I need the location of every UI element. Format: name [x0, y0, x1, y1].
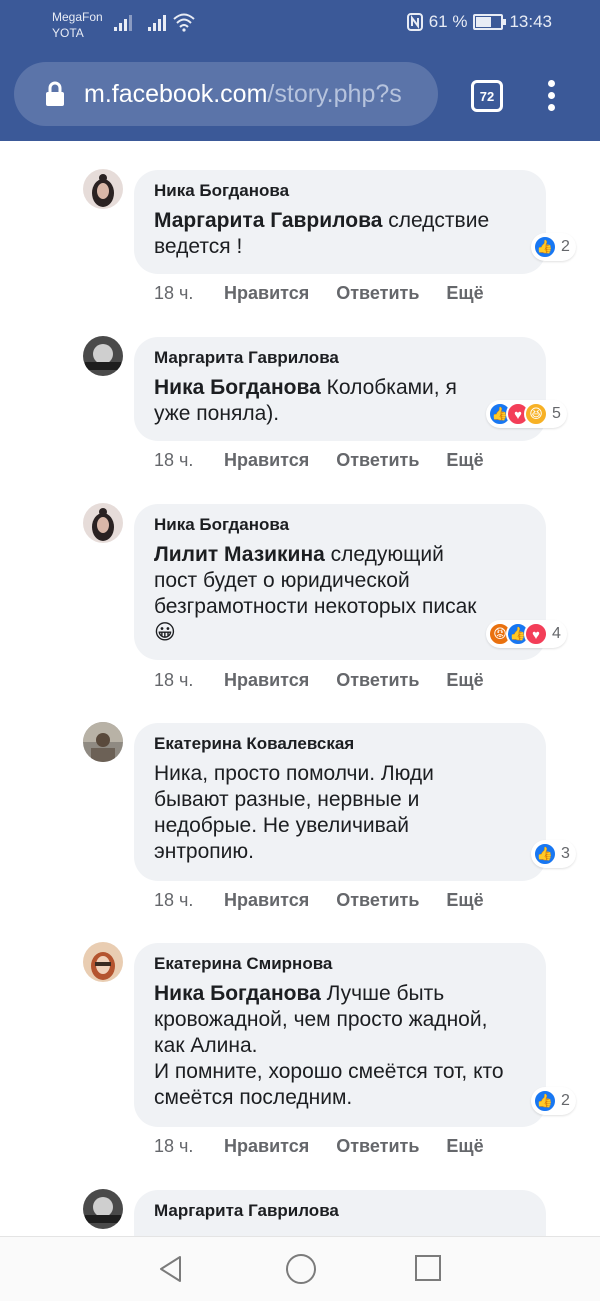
- comment-text: Маргарита Гаврилова следствие ведется !: [154, 208, 528, 260]
- url-text: m.facebook.com/story.php?s: [84, 80, 424, 109]
- reaction-count: 5: [552, 405, 561, 422]
- avatar[interactable]: [83, 503, 123, 543]
- reaction-count: 3: [561, 845, 570, 862]
- reply-button[interactable]: Ответить: [336, 283, 419, 304]
- carrier-2: YOTA: [52, 26, 84, 40]
- signal-icon: [114, 15, 132, 31]
- comment-actions: 18 ч. Нравится Ответить Ещё: [154, 450, 511, 471]
- avatar[interactable]: [83, 336, 123, 376]
- system-navigation-bar: [0, 1236, 600, 1301]
- comment-text: Ника Богданова Колобками, я уже поняла).: [154, 375, 474, 427]
- comment-author[interactable]: Екатерина Смирнова: [154, 953, 528, 975]
- comment-author[interactable]: Ника Богданова: [154, 180, 528, 202]
- like-button[interactable]: Нравится: [224, 283, 309, 304]
- avatar[interactable]: [83, 1189, 123, 1229]
- comment-text: Ника, просто помолчи. Люди бывают разные…: [154, 761, 484, 865]
- comment-time[interactable]: 18 ч.: [154, 283, 224, 304]
- comment-actions: 18 ч. Нравится Ответить Ещё: [154, 283, 511, 304]
- recent-apps-icon[interactable]: [415, 1255, 441, 1281]
- more-button[interactable]: Ещё: [446, 450, 483, 471]
- mention[interactable]: Ника Богданова: [154, 982, 321, 1005]
- like-button[interactable]: Нравится: [224, 890, 309, 911]
- reply-button[interactable]: Ответить: [336, 890, 419, 911]
- like-reaction-icon: 👍: [533, 842, 557, 866]
- lock-icon: [46, 81, 64, 106]
- haha-reaction-icon: 😆: [524, 402, 548, 426]
- back-icon[interactable]: [158, 1255, 184, 1283]
- tab-switcher-button[interactable]: 72: [471, 80, 503, 112]
- more-button[interactable]: Ещё: [446, 670, 483, 691]
- menu-icon[interactable]: [548, 80, 556, 112]
- reactions-badge[interactable]: 👍 2: [531, 1087, 576, 1115]
- comment-text: Лилит Мазикина следующий пост будет о юр…: [154, 542, 484, 646]
- comment-actions: 18 ч. Нравится Ответить Ещё: [154, 890, 511, 911]
- comment-author[interactable]: Екатерина Ковалевская: [154, 733, 528, 755]
- reaction-count: 2: [561, 1092, 570, 1109]
- avatar[interactable]: [83, 942, 123, 982]
- love-reaction-icon: ♥: [524, 622, 548, 646]
- avatar[interactable]: [83, 722, 123, 762]
- comment-actions: 18 ч. Нравится Ответить Ещё: [154, 1136, 511, 1157]
- comment-actions: 18 ч. Нравится Ответить Ещё: [154, 670, 511, 691]
- comment-time[interactable]: 18 ч.: [154, 670, 224, 691]
- carrier-labels: MegaFon YOTA: [52, 9, 103, 41]
- more-button[interactable]: Ещё: [446, 283, 483, 304]
- battery-percent: 61 %: [428, 12, 468, 31]
- mention[interactable]: Ника Богданова: [154, 376, 321, 399]
- battery-icon: [473, 14, 507, 30]
- address-bar[interactable]: m.facebook.com/story.php?s: [14, 62, 438, 126]
- comment-author[interactable]: Маргарита Гаврилова: [154, 347, 528, 369]
- comment-bubble: Екатерина Ковалевская Ника, просто помол…: [134, 723, 546, 881]
- comment-bubble: Екатерина Смирнова Ника Богданова Лучше …: [134, 943, 546, 1127]
- comment-bubble: Маргарита Гаврилова Ника Богданова Колоб…: [134, 337, 546, 441]
- reaction-count: 2: [561, 238, 570, 255]
- mention[interactable]: Маргарита Гаврилова: [154, 209, 382, 232]
- like-reaction-icon: 👍: [533, 235, 557, 259]
- url-path: /story.php?s: [267, 79, 402, 108]
- reply-button[interactable]: Ответить: [336, 670, 419, 691]
- comment-time[interactable]: 18 ч.: [154, 1136, 224, 1157]
- nfc-icon: [406, 13, 423, 31]
- like-button[interactable]: Нравится: [224, 1136, 309, 1157]
- avatar[interactable]: [83, 169, 123, 209]
- like-reaction-icon: 👍: [533, 1089, 557, 1113]
- comment-time[interactable]: 18 ч.: [154, 890, 224, 911]
- reply-button[interactable]: Ответить: [336, 450, 419, 471]
- carrier-1: MegaFon: [52, 10, 103, 24]
- wifi-icon: [173, 13, 195, 32]
- mention[interactable]: Лилит Мазикина: [154, 543, 325, 566]
- clock: 13:43: [509, 12, 552, 31]
- comment-author[interactable]: Маргарита Гаврилова: [154, 1200, 528, 1222]
- comment-bubble: Ника Богданова Маргарита Гаврилова следс…: [134, 170, 546, 274]
- status-bar: MegaFon YOTA 61 % 13:43: [0, 0, 600, 48]
- like-button[interactable]: Нравится: [224, 450, 309, 471]
- comment-bubble: Ника Богданова Лилит Мазикина следующий …: [134, 504, 546, 660]
- reactions-badge[interactable]: 👍 2: [531, 233, 576, 261]
- reactions-badge[interactable]: 😡 👍 ♥ 4: [486, 620, 567, 648]
- like-button[interactable]: Нравится: [224, 670, 309, 691]
- comment-author[interactable]: Ника Богданова: [154, 514, 528, 536]
- reactions-badge[interactable]: 👍 3: [531, 840, 576, 868]
- reactions-badge[interactable]: 👍 ♥ 😆 5: [486, 400, 567, 428]
- comment-body: Ника, просто помолчи. Люди бывают разные…: [154, 762, 434, 863]
- home-icon[interactable]: [286, 1254, 316, 1284]
- more-button[interactable]: Ещё: [446, 890, 483, 911]
- reaction-count: 4: [552, 625, 561, 642]
- reply-button[interactable]: Ответить: [336, 1136, 419, 1157]
- browser-toolbar: MegaFon YOTA 61 % 13:43 m.facebook.com/s…: [0, 0, 600, 141]
- url-host: m.facebook.com: [84, 79, 268, 108]
- comment-time[interactable]: 18 ч.: [154, 450, 224, 471]
- comment-text: Ника Богданова Лучше быть кровожадной, ч…: [154, 981, 514, 1111]
- signal-icon-2: [148, 15, 166, 31]
- more-button[interactable]: Ещё: [446, 1136, 483, 1157]
